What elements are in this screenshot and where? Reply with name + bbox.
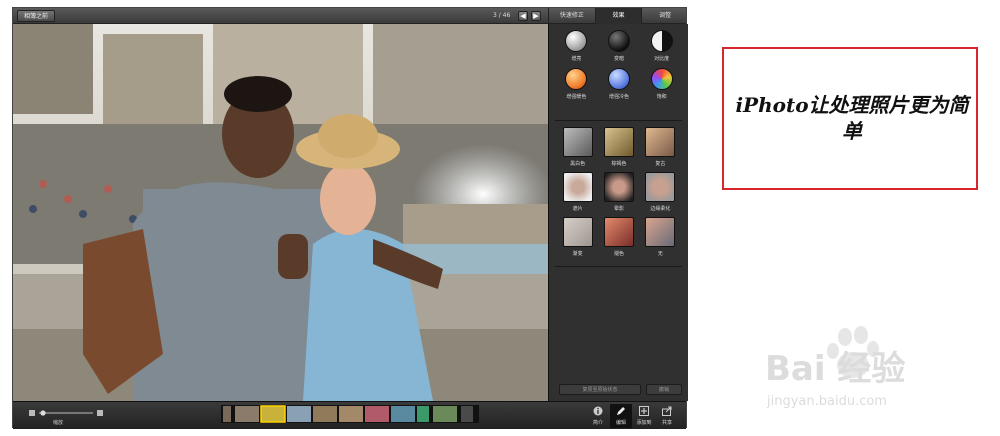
share-icon — [662, 406, 672, 416]
couple-photo — [13, 24, 548, 401]
adjust-saturate[interactable]: 饱和 — [640, 68, 683, 100]
next-photo-button[interactable]: ▶ — [531, 11, 541, 21]
panel-divider — [555, 266, 682, 267]
watermark-url: jingyan.baidu.com — [766, 394, 887, 409]
adjust-brighten[interactable]: 增亮 — [555, 30, 598, 62]
edit-tabs: 快速修正 效果 调整 — [548, 8, 688, 24]
watermark-brand: Bai 经验 — [765, 349, 905, 389]
filmstrip[interactable] — [221, 405, 479, 423]
iphoto-window: 相簿之前 3 / 46 ◀ ▶ 快速修正 效果 调整 增亮 变暗 对比度 增强暖… — [12, 7, 688, 429]
quick-adjust-grid: 增亮 变暗 对比度 增强暖色 增强冷色 饱和 — [555, 30, 683, 100]
add-to-button[interactable]: 添加到 — [633, 404, 655, 428]
zoom-label: 缩放 — [53, 420, 64, 426]
effects-panel: 增亮 变暗 对比度 增强暖色 增强冷色 饱和 黑白色 棕褐色 复古 遮片 晕影 … — [548, 24, 688, 401]
annotation-text: iPhoto让处理照片更为简单 — [735, 93, 969, 143]
effect-label: 遮片 — [572, 206, 583, 212]
adjust-label: 增强暖色 — [566, 94, 587, 100]
effect-label: 黑白色 — [570, 161, 586, 167]
adjust-cool[interactable]: 增强冷色 — [598, 68, 641, 100]
effect-sepia[interactable]: 棕褐色 — [598, 127, 639, 167]
photo-canvas[interactable] — [13, 24, 548, 401]
effect-label: 边缘柔化 — [650, 206, 671, 212]
effect-thumbnail — [645, 172, 676, 202]
brighten-icon — [565, 30, 588, 52]
tab-quick-fix[interactable]: 快速修正 — [548, 8, 595, 24]
share-button[interactable]: 共享 — [656, 404, 678, 428]
darken-icon — [607, 30, 630, 52]
adjust-label: 增强冷色 — [608, 94, 629, 100]
effects-grid: 黑白色 棕褐色 复古 遮片 晕影 边缘柔化 渐变 褪色 无 — [557, 127, 681, 257]
cool-icon — [607, 68, 630, 90]
warm-icon — [565, 68, 588, 90]
effect-label: 复古 — [655, 161, 666, 167]
effect-thumbnail — [562, 172, 593, 202]
effect-vignette[interactable]: 晕影 — [598, 172, 639, 212]
adjust-darken[interactable]: 变暗 — [598, 30, 641, 62]
adjust-label: 变暗 — [613, 56, 624, 62]
annotation-box: iPhoto让处理照片更为简单 — [722, 47, 978, 190]
effect-thumbnail — [603, 127, 634, 157]
tab-effects[interactable]: 效果 — [594, 8, 642, 24]
revert-to-original-button[interactable]: 复原至原始状态 — [559, 384, 641, 395]
effect-thumbnail — [603, 172, 634, 202]
baidu-jingyan-watermark: Bai 经验 jingyan.baidu.com — [765, 326, 905, 409]
effect-label: 褪色 — [613, 251, 624, 257]
tool-label: 添加到 — [636, 420, 652, 426]
adjust-warm[interactable]: 增强暖色 — [555, 68, 598, 100]
tool-label: 编辑 — [615, 420, 626, 426]
effect-thumbnail — [562, 127, 593, 157]
tool-label: 共享 — [661, 420, 672, 426]
effect-edge-blur[interactable]: 边缘柔化 — [640, 172, 681, 212]
adjust-contrast[interactable]: 对比度 — [640, 30, 683, 62]
previous-photo-button[interactable]: ◀ — [518, 11, 528, 21]
adjust-label: 饱和 — [656, 94, 667, 100]
effect-label: 无 — [657, 251, 663, 257]
effect-thumbnail — [562, 217, 593, 247]
adjust-label: 对比度 — [654, 56, 670, 62]
undo-button[interactable]: 撤销 — [646, 384, 682, 395]
zoom-slider[interactable] — [29, 410, 103, 416]
info-button[interactable]: 简介 — [587, 404, 609, 428]
pencil-icon — [617, 407, 625, 415]
photo-counter: 3 / 46 — [493, 12, 511, 19]
plus-icon — [639, 406, 649, 416]
panel-divider — [555, 120, 682, 121]
contrast-icon — [650, 30, 673, 52]
edit-button[interactable]: 编辑 — [610, 404, 632, 428]
effect-thumbnail — [645, 127, 676, 157]
effect-boost[interactable]: 褪色 — [598, 217, 639, 257]
back-to-album-button[interactable]: 相簿之前 — [17, 10, 56, 22]
effect-antique[interactable]: 复古 — [640, 127, 681, 167]
tool-label: 简介 — [592, 420, 603, 426]
effect-none[interactable]: 无 — [640, 217, 681, 257]
info-icon — [593, 406, 603, 416]
effect-label: 棕褐色 — [611, 161, 627, 167]
saturate-icon — [650, 68, 673, 90]
effect-bw[interactable]: 黑白色 — [557, 127, 598, 167]
effect-label: 渐变 — [572, 251, 583, 257]
effect-matte[interactable]: 遮片 — [557, 172, 598, 212]
effect-label: 晕影 — [613, 206, 624, 212]
adjust-label: 增亮 — [571, 56, 582, 62]
effect-thumbnail — [645, 217, 676, 247]
tab-adjust[interactable]: 调整 — [641, 8, 688, 24]
bottom-toolbar: 缩放 简介 编辑 添加到 共享 — [13, 401, 686, 429]
effect-thumbnail — [603, 217, 634, 247]
top-toolbar: 相簿之前 3 / 46 ◀ ▶ 快速修正 效果 调整 — [13, 8, 686, 24]
effect-fade[interactable]: 渐变 — [557, 217, 598, 257]
